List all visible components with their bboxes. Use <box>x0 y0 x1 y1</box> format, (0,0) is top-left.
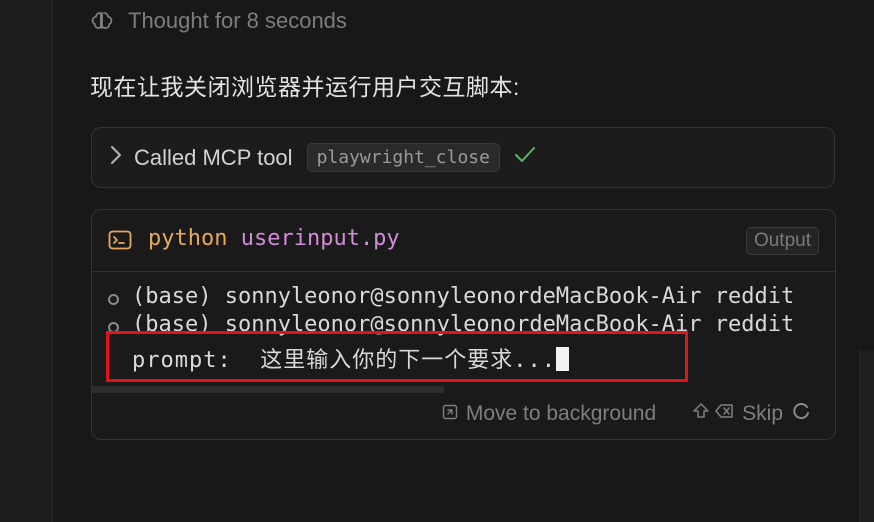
thought-text: Thought for 8 seconds <box>128 8 347 33</box>
tool-name-chip: playwright_close <box>306 143 500 172</box>
command-bin: python <box>148 226 228 251</box>
brain-icon <box>90 9 118 33</box>
assistant-message: 现在让我关闭浏览器并运行用户交互脚本: <box>90 74 520 100</box>
terminal-icon <box>108 230 132 255</box>
output-button[interactable]: Output <box>745 227 819 255</box>
status-circle-icon <box>108 294 119 305</box>
thought-indicator[interactable]: Thought for 8 seconds <box>90 6 347 36</box>
move-to-background-button[interactable]: Move to background <box>442 402 656 426</box>
terminal-command: python userinput.py <box>148 226 400 251</box>
tool-call-label: Called MCP tool <box>134 144 293 170</box>
left-gutter <box>0 0 53 522</box>
mcp-tool-call[interactable]: Called MCP tool playwright_close <box>91 127 835 188</box>
chevron-right-icon[interactable] <box>110 145 122 170</box>
move-background-label: Move to background <box>465 402 657 425</box>
right-scrollbar[interactable] <box>859 350 874 522</box>
terminal-card: python userinput.py Output (base) sonnyl… <box>91 209 836 440</box>
skip-label: Skip <box>742 402 783 425</box>
spinner-icon <box>791 401 811 427</box>
check-icon <box>514 146 536 169</box>
shift-backspace-icon <box>692 402 734 426</box>
command-arg: userinput.py <box>240 226 400 251</box>
terminal-header: python userinput.py Output <box>92 210 835 272</box>
move-background-icon <box>442 402 458 426</box>
terminal-output[interactable]: (base) sonnyleonor@sonnyleonordeMacBook-… <box>92 272 835 392</box>
terminal-footer: Move to background Skip <box>92 396 835 432</box>
terminal-line: (base) sonnyleonor@sonnyleonordeMacBook-… <box>132 284 795 309</box>
horizontal-scrollbar[interactable] <box>92 386 444 393</box>
highlight-box <box>106 331 688 382</box>
skip-button[interactable]: Skip <box>692 401 811 427</box>
